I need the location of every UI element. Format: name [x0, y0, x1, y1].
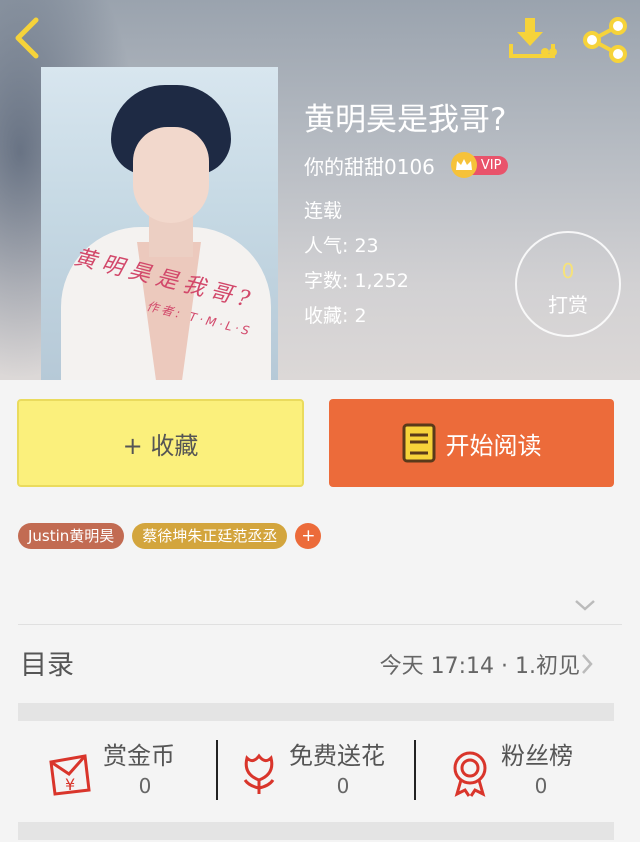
start-reading-button[interactable]: 开始阅读 [329, 399, 614, 487]
book-header: 黄明昊是我哥? 作者: T·M·L·S 黄明昊是我哥? 你的甜甜0106 VIP… [0, 0, 640, 380]
word-count-value: 1,252 [354, 270, 409, 292]
flowers-value: 0 [336, 774, 350, 798]
favorites-value: 2 [354, 305, 367, 327]
section-separator [18, 822, 614, 840]
medal-icon [445, 748, 495, 798]
crown-icon [450, 152, 477, 178]
flower-icon [235, 748, 285, 798]
book-icon [402, 423, 436, 463]
tip-label: 打赏 [548, 293, 588, 317]
tag-list: Justin黄明昊 蔡徐坤朱正廷范丞丞 + [18, 523, 329, 549]
start-reading-label: 开始阅读 [445, 431, 542, 460]
word-count-row: 字数: 1,252 [304, 266, 409, 293]
book-cover-image[interactable]: 黄明昊是我哥? 作者: T·M·L·S [41, 67, 278, 380]
coins-value: 0 [138, 774, 152, 798]
latest-chapter[interactable]: 今天 17:14 · 1.初见 [380, 648, 580, 680]
svg-text:¥: ¥ [65, 775, 75, 794]
serial-status: 连载 [304, 200, 343, 222]
favorites-label: 收藏: [304, 305, 349, 327]
divider [216, 740, 218, 800]
flowers-label: 免费送花 [289, 742, 385, 770]
divider [414, 740, 416, 800]
word-count-label: 字数: [304, 270, 349, 292]
chevron-right-icon[interactable] [580, 652, 594, 676]
fans-value: 0 [534, 774, 548, 798]
author-name[interactable]: 你的甜甜0106 [304, 151, 435, 180]
section-separator [18, 703, 614, 721]
vip-badge: VIP [450, 152, 509, 178]
download-icon[interactable] [507, 16, 559, 62]
book-title: 黄明昊是我哥? [304, 102, 507, 138]
fans-label: 粉丝榜 [501, 742, 573, 770]
tip-button[interactable]: 0 打赏 [515, 231, 621, 337]
coins-label: 赏金币 [103, 742, 175, 770]
divider [18, 624, 622, 625]
collect-button[interactable]: + 收藏 [17, 399, 304, 487]
favorites-row: 收藏: 2 [304, 301, 367, 328]
author-row[interactable]: 你的甜甜0106 VIP [304, 151, 509, 180]
popularity-row: 人气: 23 [304, 231, 379, 258]
catalog-title[interactable]: 目录 [20, 643, 74, 682]
add-tag-button[interactable]: + [295, 523, 322, 549]
tag-item[interactable]: Justin黄明昊 [18, 523, 125, 549]
chevron-down-icon[interactable] [573, 597, 597, 613]
tip-count: 0 [561, 259, 575, 283]
tag-item[interactable]: 蔡徐坤朱正廷范丞丞 [132, 523, 288, 549]
red-envelope-icon: ¥ [45, 748, 95, 798]
fan-ranking[interactable]: 粉丝榜 0 [445, 730, 625, 810]
back-arrow-icon[interactable] [10, 16, 46, 60]
popularity-label: 人气: [304, 235, 349, 257]
popularity-value: 23 [354, 235, 379, 257]
free-flowers[interactable]: 免费送花 0 [235, 730, 415, 810]
reward-coins[interactable]: ¥ 赏金币 0 [45, 730, 215, 810]
share-icon[interactable] [580, 16, 630, 64]
